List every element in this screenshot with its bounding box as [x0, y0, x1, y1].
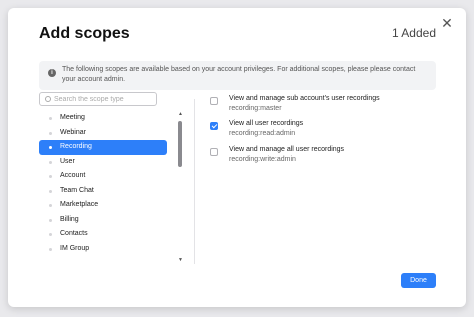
category-item[interactable]: User [39, 155, 167, 170]
category-label: Contacts [60, 230, 88, 237]
category-label: Account [60, 172, 86, 179]
category-item[interactable]: Marketplace [39, 198, 167, 213]
scope-id: recording:read:admin [229, 130, 296, 137]
dialog-title: Add scopes [39, 25, 130, 42]
category-label: Webinar [60, 128, 86, 136]
added-count: 1 Added [391, 26, 436, 40]
category-item[interactable]: Meeting [39, 111, 167, 126]
category-scrollbar[interactable]: ▲ ▼ [177, 111, 183, 263]
bullet-icon [49, 189, 52, 193]
category-item[interactable]: Team Chat [39, 184, 167, 199]
category-item[interactable]: Billing [39, 213, 167, 228]
bullet-icon [49, 247, 52, 251]
scroll-up-icon[interactable]: ▲ [178, 111, 183, 117]
bullet-icon [49, 131, 52, 135]
scope-title: View all user recordings [229, 120, 304, 127]
scroll-thumb[interactable] [178, 121, 182, 167]
bullet-icon [49, 160, 52, 164]
category-item[interactable]: Contacts [39, 227, 167, 242]
scope-id: recording:master [229, 105, 282, 112]
scope-title: View and manage all user recordings [229, 146, 345, 153]
add-scopes-dialog: ✕ Add scopes 1 Added i The following sco… [8, 8, 466, 307]
category-label: User [60, 157, 75, 165]
bullet-icon [49, 204, 52, 207]
scope-category-list: Meeting Webinar Recording User Account T… [39, 111, 167, 256]
category-label: Meeting [60, 114, 85, 121]
close-icon[interactable]: ✕ [440, 16, 454, 30]
done-button[interactable]: Done [401, 273, 436, 288]
bullet-icon [49, 146, 52, 149]
panel-divider [194, 99, 195, 264]
scope-search [39, 92, 157, 106]
bullet-icon [49, 117, 52, 120]
category-label: Billing [60, 215, 79, 223]
category-label: Recording [60, 143, 92, 150]
category-label: IM Group [60, 244, 90, 252]
category-label: Team Chat [60, 186, 94, 194]
bullet-icon [49, 175, 52, 178]
scope-checkbox[interactable] [210, 148, 218, 156]
scope-checkbox[interactable] [210, 122, 218, 130]
scope-checkbox[interactable] [210, 97, 218, 105]
info-icon: i [48, 69, 56, 77]
category-label: Marketplace [60, 201, 99, 208]
category-item[interactable]: Recording [39, 140, 167, 155]
category-item[interactable]: Account [39, 169, 167, 184]
info-text: The following scopes are available based… [62, 66, 416, 83]
info-banner: i The following scopes are available bas… [39, 61, 436, 90]
scope-id: recording:write:admin [229, 156, 296, 163]
category-item[interactable]: Webinar [39, 126, 167, 141]
category-item[interactable]: IM Group [39, 242, 167, 257]
search-icon [45, 96, 51, 102]
scroll-down-icon[interactable]: ▼ [178, 257, 183, 263]
scope-title: View and manage sub account's user recor… [229, 95, 380, 102]
search-input[interactable] [54, 94, 154, 105]
bullet-icon [49, 218, 52, 222]
bullet-icon [49, 233, 52, 236]
